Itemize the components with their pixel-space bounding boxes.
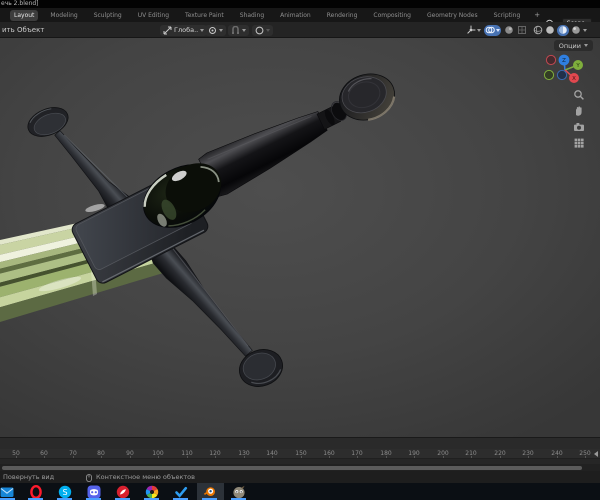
gizmo-icon <box>467 25 476 34</box>
chevron-down-icon <box>583 28 587 32</box>
tab-uv-editing[interactable]: UV Editing <box>134 10 173 21</box>
workspace-tabs: Layout Modeling Sculpting UV Editing Tex… <box>0 9 542 21</box>
render-pass-icon[interactable] <box>517 25 527 35</box>
tab-rendering[interactable]: Rendering <box>323 10 362 21</box>
mouse-icon <box>86 473 92 482</box>
gizmo-neg-z-ball[interactable] <box>556 69 568 81</box>
chevron-down-icon <box>219 28 223 32</box>
red-app-icon[interactable] <box>116 485 130 499</box>
add-workspace-button[interactable]: + <box>532 10 542 20</box>
menu-add-cropped[interactable]: ить <box>2 26 15 34</box>
window-titlebar: ечь 2.blend] <box>0 0 600 8</box>
tab-shading[interactable]: Shading <box>236 10 268 21</box>
tab-scripting[interactable]: Scripting <box>490 10 525 21</box>
shading-material-icon <box>559 26 567 34</box>
timeline-scroll-track <box>0 464 600 471</box>
mail-app-icon[interactable] <box>0 485 14 499</box>
gimp-app-icon[interactable] <box>232 485 246 499</box>
check-app-icon[interactable] <box>174 485 188 499</box>
shading-solid-icon[interactable] <box>545 25 555 35</box>
tab-animation[interactable]: Animation <box>276 10 315 21</box>
pan-view-hand-icon[interactable] <box>573 105 585 117</box>
gizmo-neg-x-ball[interactable] <box>545 54 557 66</box>
discord-app-icon[interactable] <box>87 485 101 499</box>
horizontal-scrollbar[interactable] <box>2 465 582 470</box>
viewport-header: ить Объект Глоба.. <box>0 22 600 38</box>
gizmo-z-ball[interactable]: Z <box>558 54 570 66</box>
show-gizmo-toggle[interactable] <box>466 25 481 35</box>
gizmo-z-label: Z <box>562 58 566 64</box>
pivot-icon <box>209 26 216 34</box>
proportional-editing-controls[interactable] <box>252 24 273 36</box>
chevron-down-icon <box>200 28 205 32</box>
zoom-view-icon[interactable] <box>573 89 585 101</box>
gizmo-x-ball[interactable]: X <box>569 73 579 83</box>
gizmo-neg-y-ball[interactable] <box>543 69 555 81</box>
skype-app-icon[interactable]: S <box>58 485 72 499</box>
shading-rendered-icon[interactable] <box>571 25 581 35</box>
proportional-editing-icon <box>255 26 264 34</box>
windows-taskbar: S <box>0 483 600 500</box>
status-hint-context-menu: Контекстное меню объектов <box>96 473 195 481</box>
tab-modeling[interactable]: Modeling <box>46 10 81 21</box>
chevron-down-icon <box>242 28 246 32</box>
snap-controls[interactable] <box>228 24 249 36</box>
chevron-down-icon <box>477 28 481 32</box>
tab-texture-paint[interactable]: Texture Paint <box>181 10 228 21</box>
orientation-icon <box>163 26 172 34</box>
transform-orientation-dropdown[interactable]: Глоба.. <box>160 24 208 36</box>
svg-text:S: S <box>62 488 67 497</box>
menu-object[interactable]: Объект <box>17 26 44 34</box>
show-overlays-toggle[interactable] <box>484 24 501 36</box>
camera-view-icon[interactable] <box>573 121 585 133</box>
tab-geometry-nodes[interactable]: Geometry Nodes <box>423 10 482 21</box>
gizmo-y-ball[interactable]: Y <box>573 60 583 70</box>
status-hint-rotate-view: Повернуть вид <box>3 473 55 481</box>
perspective-toggle-icon[interactable] <box>573 137 585 149</box>
chevron-down-icon <box>496 28 500 32</box>
blender-window: ечь 2.blend] Layout Modeling Sculpting U… <box>0 0 600 500</box>
timeline-header: 1 Начало 1 Конец 250 <box>0 437 600 449</box>
viewport-options-dropdown[interactable]: Опции <box>553 40 593 51</box>
chevron-down-icon <box>584 44 588 47</box>
options-label: Опции <box>558 41 581 50</box>
3d-viewport[interactable] <box>0 38 600 437</box>
shading-mode-group <box>533 24 587 36</box>
orientation-value: Глоба.. <box>174 26 199 34</box>
gizmo-x-label: X <box>572 76 576 82</box>
overlays-icon <box>485 26 495 34</box>
window-title: ечь 2.blend] <box>1 0 39 7</box>
opera-app-icon[interactable] <box>29 484 43 499</box>
viewport-tool-column <box>571 89 587 149</box>
tab-layout[interactable]: Layout <box>10 9 39 21</box>
chevron-down-icon <box>266 28 270 32</box>
color-wheel-app-icon[interactable] <box>145 485 159 499</box>
pivot-point-dropdown[interactable] <box>205 24 226 36</box>
topbar: Layout Modeling Sculpting UV Editing Tex… <box>0 8 600 29</box>
timeline-ruler[interactable]: 50 60 70 80 90 100 110 120 130 140 150 1… <box>0 449 600 459</box>
xray-toggle-icon[interactable] <box>504 25 514 35</box>
gizmo-y-label: Y <box>575 63 580 69</box>
shading-material-active[interactable] <box>557 24 569 36</box>
tab-sculpting[interactable]: Sculpting <box>90 10 126 21</box>
shading-wireframe-icon[interactable] <box>533 25 543 35</box>
navigation-gizmo[interactable]: Z Y X <box>543 52 591 94</box>
status-bar: Повернуть вид Контекстное меню объектов <box>0 471 600 483</box>
blender-app-icon[interactable] <box>203 485 217 499</box>
magnet-icon <box>232 25 239 34</box>
tab-compositing[interactable]: Compositing <box>369 10 415 21</box>
ruler-scroll-arrow[interactable] <box>594 451 598 457</box>
